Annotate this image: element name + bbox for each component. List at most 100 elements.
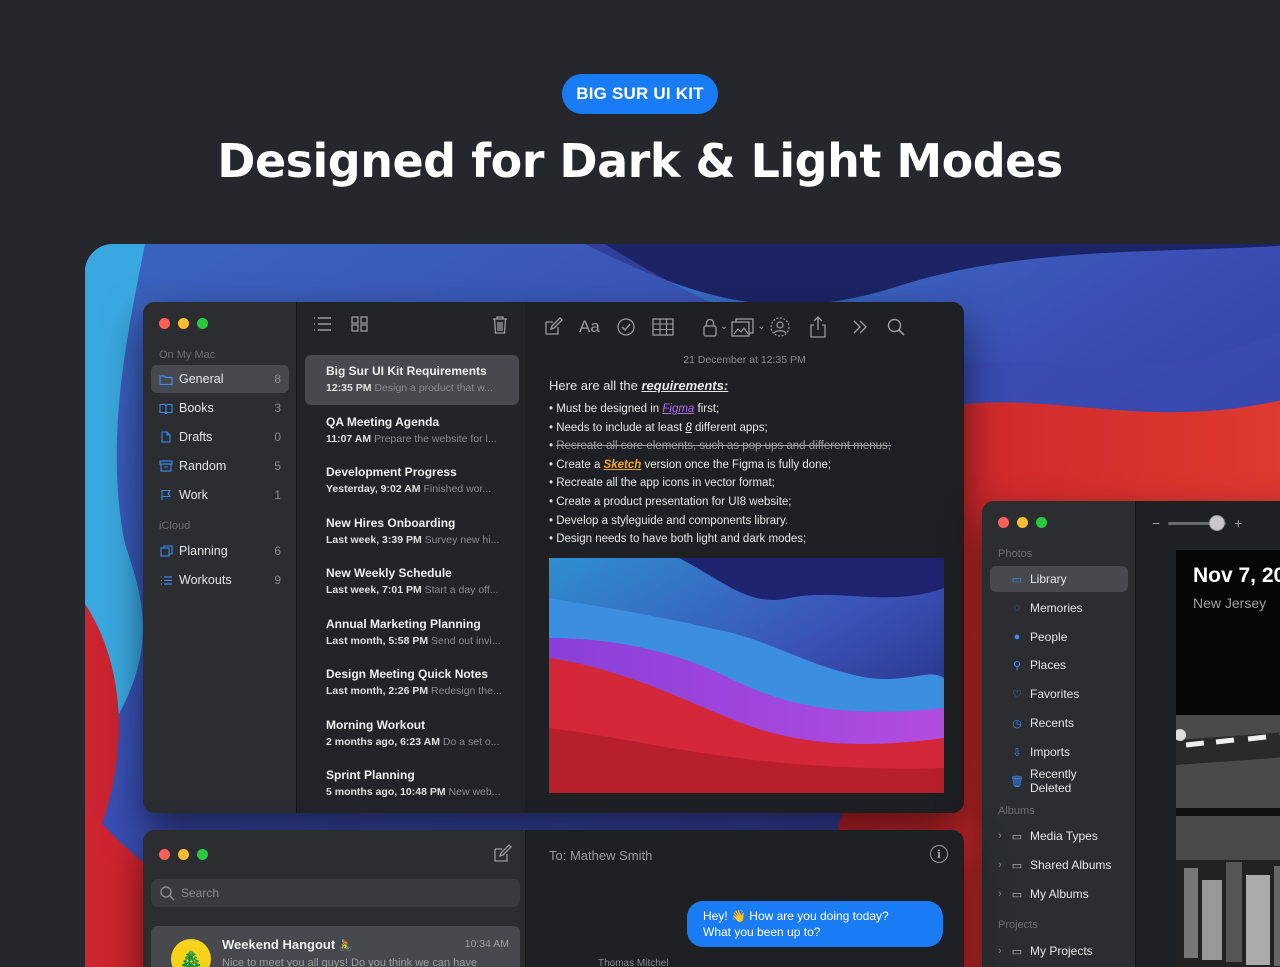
sidebar-item-recently-deleted[interactable]: 🗑 Recently Deleted bbox=[990, 767, 1128, 795]
close-button[interactable] bbox=[159, 849, 170, 860]
folder-icon: ▭ bbox=[1011, 945, 1023, 958]
heart-icon: ♡ bbox=[1012, 688, 1022, 701]
window-controls bbox=[998, 517, 1047, 528]
folder-count: 8 bbox=[274, 372, 281, 386]
zoom-slider[interactable] bbox=[1168, 514, 1227, 531]
recipient-field[interactable]: To: Mathew Smith bbox=[549, 848, 652, 863]
note-subtitle: Last week, 7:01 PM Start a day off... bbox=[326, 584, 499, 596]
sidebar-item-favorites[interactable]: ♡ Favorites bbox=[990, 681, 1128, 707]
note-item[interactable]: Design Meeting Quick Notes Last month, 2… bbox=[305, 658, 519, 708]
share-icon[interactable] bbox=[809, 316, 827, 338]
sidebar-item-media-types[interactable]: › ▭ Media Types bbox=[990, 823, 1128, 849]
note-item[interactable]: New Hires Onboarding Last week, 3:39 PM … bbox=[305, 507, 519, 557]
clock-icon: ◷ bbox=[1012, 717, 1022, 730]
sidebar-item-library[interactable]: ▭ Library bbox=[990, 566, 1128, 592]
note-title: Morning Workout bbox=[326, 718, 426, 732]
compose-icon[interactable] bbox=[492, 844, 512, 864]
conversation-name: Weekend Hangout 🚴 bbox=[222, 937, 353, 952]
chevron-right-icon[interactable]: › bbox=[998, 859, 1002, 871]
folder-label: Drafts bbox=[179, 430, 213, 444]
note-item[interactable]: Morning Workout 2 months ago, 6:23 AM Do… bbox=[305, 709, 519, 759]
messages-window: Search 🎄 Weekend Hangout 🚴 10:34 AM Nice… bbox=[143, 830, 964, 967]
media-icon[interactable] bbox=[731, 317, 755, 337]
zoom-button[interactable] bbox=[1036, 517, 1047, 528]
trash-icon[interactable] bbox=[491, 315, 509, 335]
folder-label: Workouts bbox=[179, 573, 232, 587]
folder-planning[interactable]: Planning 6 bbox=[151, 537, 289, 565]
sidebar-item-imports[interactable]: ⇩ Imports bbox=[990, 739, 1128, 765]
note-subtitle: 5 months ago, 10:48 PM New web... bbox=[326, 786, 501, 798]
search-icon[interactable] bbox=[887, 318, 905, 336]
close-button[interactable] bbox=[998, 517, 1009, 528]
zoom-in-button[interactable]: + bbox=[1234, 515, 1242, 531]
zoom-out-button[interactable]: − bbox=[1152, 515, 1160, 531]
document-icon bbox=[159, 431, 173, 443]
flag-icon bbox=[159, 489, 173, 501]
note-subtitle: 12:35 PM Design a product that w... bbox=[326, 382, 493, 394]
minimize-button[interactable] bbox=[178, 849, 189, 860]
chevron-right-icon[interactable]: › bbox=[998, 830, 1002, 842]
folder-workouts[interactable]: Workouts 9 bbox=[151, 566, 289, 594]
sidebar-item-people[interactable]: ● People bbox=[990, 624, 1128, 650]
sidebar-item-recents[interactable]: ◷ Recents bbox=[990, 710, 1128, 736]
archive-icon bbox=[159, 460, 173, 472]
list-view-icon[interactable] bbox=[313, 316, 333, 332]
note-item[interactable]: Annual Marketing Planning Last month, 5:… bbox=[305, 608, 519, 658]
library-icon: ▭ bbox=[1011, 573, 1023, 586]
folder-count: 3 bbox=[274, 401, 281, 415]
chevron-right-icon[interactable]: › bbox=[998, 945, 1002, 957]
list-item: Create a Sketch version once the Figma i… bbox=[549, 456, 944, 475]
search-field[interactable]: Search bbox=[151, 879, 520, 907]
list-item: Needs to include at least 8 different ap… bbox=[549, 419, 944, 438]
note-item[interactable]: QA Meeting Agenda 11:07 AM Prepare the w… bbox=[305, 406, 519, 456]
lock-icon[interactable] bbox=[702, 317, 718, 337]
folder-count: 0 bbox=[274, 430, 281, 444]
notes-window: On My Mac General 8 Books 3 Drafts 0 Ran… bbox=[143, 302, 964, 813]
memories-icon: ◌ bbox=[1013, 602, 1021, 614]
note-item[interactable]: Sprint Planning 5 months ago, 10:48 PM N… bbox=[305, 759, 519, 809]
photos-sidebar: Photos ▭ Library ◌ Memories ● People ⚲ Place… bbox=[982, 501, 1136, 967]
sidebar-item-memories[interactable]: ◌ Memories bbox=[990, 595, 1128, 621]
minimize-button[interactable] bbox=[1017, 517, 1028, 528]
moment-card[interactable]: Nov 7, 20 New Jersey bbox=[1176, 550, 1280, 967]
more-chevrons-icon[interactable] bbox=[851, 318, 869, 336]
info-icon[interactable]: i bbox=[930, 845, 948, 863]
chevron-down-icon[interactable]: ⌄ bbox=[757, 317, 765, 337]
minimize-button[interactable] bbox=[178, 318, 189, 329]
sidebar-item-my-albums[interactable]: › ▭ My Albums bbox=[990, 881, 1128, 907]
folder-label: General bbox=[179, 372, 224, 386]
folder-random[interactable]: Random 5 bbox=[151, 452, 289, 480]
list-icon bbox=[159, 574, 173, 586]
gallery-view-icon[interactable] bbox=[351, 316, 369, 332]
folder-books[interactable]: Books 3 bbox=[151, 394, 289, 422]
sidebar-item-places[interactable]: ⚲ Places bbox=[990, 652, 1128, 678]
format-text-icon[interactable]: Aa bbox=[579, 317, 600, 337]
note-subtitle: Last month, 2:26 PM Redesign the... bbox=[326, 685, 502, 697]
section-photos: Photos bbox=[998, 548, 1033, 560]
note-item[interactable]: New Weekly Schedule Last week, 7:01 PM S… bbox=[305, 557, 519, 607]
note-item[interactable]: Development Progress Yesterday, 9:02 AM … bbox=[305, 456, 519, 506]
note-body[interactable]: Here are all the requirements: Must be d… bbox=[549, 378, 944, 549]
folder-work[interactable]: Work 1 bbox=[151, 481, 289, 509]
list-item: Develop a styleguide and components libr… bbox=[549, 512, 944, 531]
zoom-button[interactable] bbox=[197, 849, 208, 860]
embedded-wallpaper-image[interactable] bbox=[549, 558, 944, 793]
zoom-slider-knob[interactable] bbox=[1209, 514, 1226, 531]
note-item[interactable]: Big Sur UI Kit Requirements 12:35 PM Des… bbox=[305, 355, 519, 405]
folder-general[interactable]: General 8 bbox=[151, 365, 289, 393]
note-title: QA Meeting Agenda bbox=[326, 415, 440, 429]
conversation-item[interactable]: 🎄 Weekend Hangout 🚴 10:34 AM Nice to mee… bbox=[151, 926, 520, 967]
sidebar-item-shared-albums[interactable]: › ▭ Shared Albums bbox=[990, 852, 1128, 878]
zoom-button[interactable] bbox=[197, 318, 208, 329]
collaborate-icon[interactable] bbox=[769, 317, 791, 337]
close-button[interactable] bbox=[159, 318, 170, 329]
compose-icon[interactable] bbox=[543, 317, 563, 337]
editor-toolbar: Aa ⌄ ⌄ bbox=[543, 316, 905, 338]
requirements-list: Must be designed in Figma first; Needs t… bbox=[549, 400, 944, 549]
chevron-down-icon[interactable]: ⌄ bbox=[720, 317, 728, 337]
chevron-right-icon[interactable]: › bbox=[998, 888, 1002, 900]
checklist-icon[interactable] bbox=[616, 317, 636, 337]
table-icon[interactable] bbox=[652, 318, 674, 336]
sidebar-item-my-projects[interactable]: › ▭ My Projects bbox=[990, 938, 1128, 964]
folder-drafts[interactable]: Drafts 0 bbox=[151, 423, 289, 451]
